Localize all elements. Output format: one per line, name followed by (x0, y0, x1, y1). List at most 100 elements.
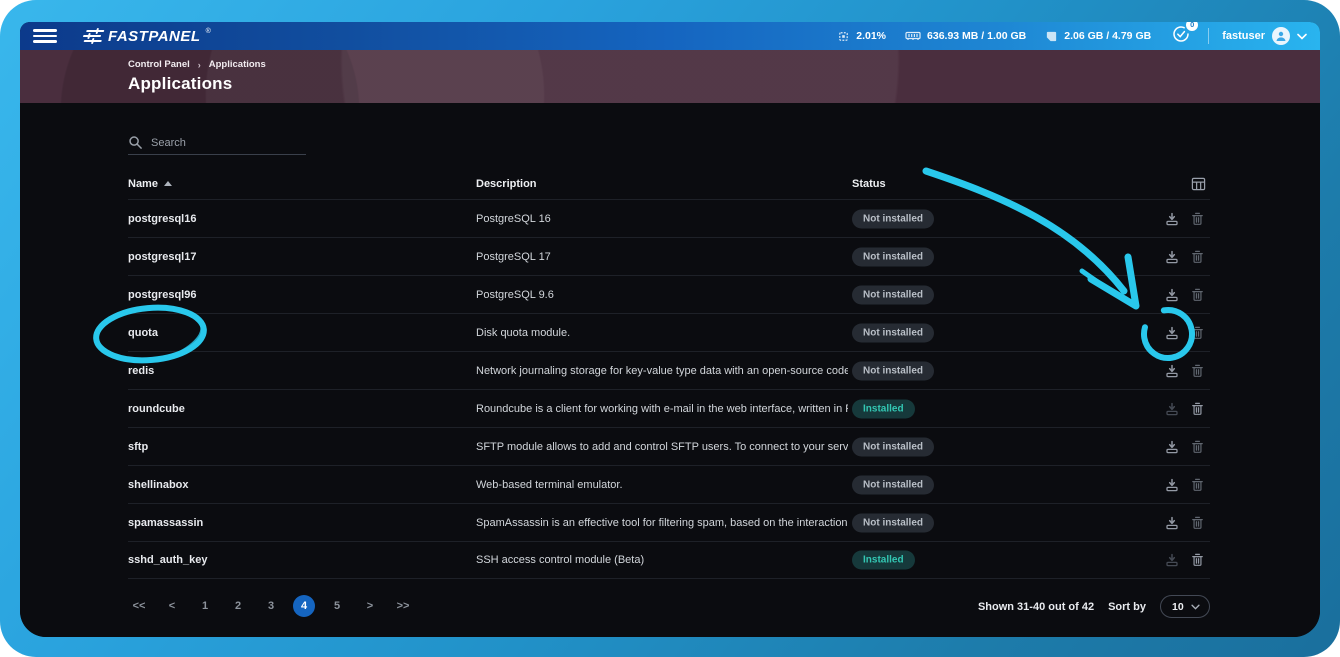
page-title: Applications (128, 74, 232, 94)
install-button[interactable] (1164, 477, 1180, 493)
page-4-current[interactable]: 4 (293, 595, 315, 617)
per-page-select[interactable]: 10 (1160, 595, 1210, 618)
search-input[interactable] (151, 137, 306, 149)
install-button[interactable] (1164, 249, 1180, 265)
app-name: roundcube (128, 403, 185, 415)
breadcrumb-separator: › (198, 60, 201, 70)
app-name: sftp (128, 441, 148, 453)
page-5[interactable]: 5 (326, 595, 348, 617)
table-row: postgresql96 PostgreSQL 9.6 Not installe… (128, 275, 1210, 313)
table-row: postgresql17 PostgreSQL 17 Not installed (128, 237, 1210, 275)
name-header-label: Name (128, 178, 158, 190)
avatar-icon (1272, 27, 1290, 45)
breadcrumb-applications[interactable]: Applications (209, 59, 266, 70)
username: fastuser (1222, 30, 1265, 42)
delete-button[interactable] (1190, 249, 1205, 265)
divider (1208, 28, 1209, 44)
search-field[interactable] (128, 131, 306, 155)
brand-name: FASTPANEL (108, 28, 201, 45)
status-badge: Not installed (852, 285, 934, 304)
ram-usage: 636.93 MB / 1.00 GB (905, 30, 1026, 42)
delete-button[interactable] (1190, 515, 1205, 531)
app-description: Network journaling storage for key-value… (476, 365, 848, 377)
applications-table: Name Description Status postgresql16 Pos… (128, 168, 1210, 579)
chevron-down-icon (1297, 33, 1307, 40)
page-prev[interactable]: < (161, 595, 183, 617)
status-badge: Not installed (852, 323, 934, 342)
task-check-icon (1171, 31, 1191, 48)
tasks-button[interactable]: 0 (1171, 24, 1191, 49)
page-frame: FASTPANEL ® 2.01% 636.93 MB / 1.00 GB (0, 0, 1340, 657)
status-badge: Not installed (852, 361, 934, 380)
disk-value: 2.06 GB / 4.79 GB (1064, 30, 1151, 42)
app-name: redis (128, 365, 154, 377)
column-settings-button[interactable] (1191, 176, 1206, 191)
app-name: sshd_auth_key (128, 554, 207, 566)
delete-button[interactable] (1190, 552, 1205, 568)
page-first[interactable]: << (128, 595, 150, 617)
install-button-quota[interactable] (1164, 325, 1180, 341)
app-description: SpamAssassin is an effective tool for fi… (476, 517, 848, 529)
delete-button[interactable] (1190, 363, 1205, 379)
pagination: << < 1 2 3 4 5 > >> (128, 595, 414, 617)
delete-button[interactable] (1190, 211, 1205, 227)
per-page-value: 10 (1172, 601, 1184, 613)
column-header-status: Status (852, 178, 886, 190)
chip-icon (837, 30, 850, 43)
install-button[interactable] (1164, 439, 1180, 455)
status-badge: Not installed (852, 513, 934, 532)
brand-logo[interactable]: FASTPANEL ® (83, 28, 211, 45)
page-2[interactable]: 2 (227, 595, 249, 617)
table-header: Name Description Status (128, 168, 1210, 199)
table-row: shellinabox Web-based terminal emulator.… (128, 465, 1210, 503)
delete-button[interactable] (1190, 477, 1205, 493)
registered-mark: ® (206, 28, 211, 35)
menu-icon[interactable] (33, 29, 57, 43)
cpu-usage: 2.01% (837, 30, 886, 43)
app-description: SFTP module allows to add and control SF… (476, 441, 848, 453)
table-row: spamassassin SpamAssassin is an effectiv… (128, 503, 1210, 541)
page-header-band: Control Panel › Applications Application… (20, 50, 1320, 103)
app-name: shellinabox (128, 479, 189, 491)
delete-button[interactable] (1190, 439, 1205, 455)
app-description: SSH access control module (Beta) (476, 554, 848, 566)
shown-count: Shown 31-40 out of 42 (978, 601, 1094, 613)
install-button[interactable] (1164, 363, 1180, 379)
page-1[interactable]: 1 (194, 595, 216, 617)
cpu-value: 2.01% (856, 30, 886, 42)
page-3[interactable]: 3 (260, 595, 282, 617)
status-badge: Not installed (852, 437, 934, 456)
main-content: Name Description Status postgresql16 Pos… (20, 103, 1320, 637)
delete-button[interactable] (1190, 325, 1205, 341)
table-row-quota: quota Disk quota module. Not installed (128, 313, 1210, 351)
app-description: PostgreSQL 17 (476, 251, 848, 263)
tasks-badge: 0 (1186, 22, 1198, 31)
column-header-description: Description (476, 178, 537, 190)
table-row: sshd_auth_key SSH access control module … (128, 541, 1210, 579)
sort-asc-icon (164, 181, 172, 186)
app-description: PostgreSQL 9.6 (476, 289, 848, 301)
install-button (1164, 401, 1180, 417)
user-menu[interactable]: fastuser (1222, 27, 1307, 45)
table-row: redis Network journaling storage for key… (128, 351, 1210, 389)
magnifier-icon (128, 135, 143, 150)
app-description: Disk quota module. (476, 327, 848, 339)
app-name: postgresql16 (128, 213, 196, 225)
breadcrumb: Control Panel › Applications (128, 59, 266, 70)
delete-button[interactable] (1190, 287, 1205, 303)
install-button[interactable] (1164, 211, 1180, 227)
delete-button[interactable] (1190, 401, 1205, 417)
status-badge: Not installed (852, 475, 934, 494)
page-next[interactable]: > (359, 595, 381, 617)
install-button[interactable] (1164, 515, 1180, 531)
column-header-name[interactable]: Name (128, 178, 172, 190)
page-last[interactable]: >> (392, 595, 414, 617)
install-button[interactable] (1164, 287, 1180, 303)
disk-icon (1045, 30, 1058, 43)
status-badge: Installed (852, 399, 915, 418)
table-footer: Shown 31-40 out of 42 Sort by 10 (978, 595, 1210, 618)
app-window: FASTPANEL ® 2.01% 636.93 MB / 1.00 GB (20, 22, 1320, 637)
chevron-down-icon (1191, 604, 1200, 610)
breadcrumb-control-panel[interactable]: Control Panel (128, 59, 190, 70)
sort-by-label: Sort by (1108, 601, 1146, 613)
